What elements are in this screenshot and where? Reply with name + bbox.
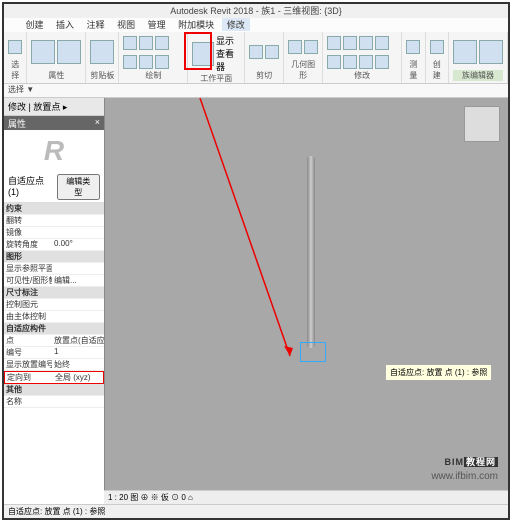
watermark: BIM教程网 www.ifbim.com	[431, 448, 498, 482]
menu-bar[interactable]: 创建 插入 注释 视图 管理 附加模块 修改	[4, 18, 508, 32]
cut-icon[interactable]	[265, 45, 279, 59]
ribbon: 选择 属性 剪贴板 绘制 显示查看器工作平面 剪切 几何图形 修改 测量 创建 …	[4, 32, 508, 84]
view-cube[interactable]	[464, 106, 500, 142]
modify-icon[interactable]	[359, 36, 373, 50]
geom-icon[interactable]	[288, 40, 302, 54]
measure-icon[interactable]	[406, 40, 420, 54]
properties-icon[interactable]	[31, 40, 55, 64]
prop-key: 旋转角度	[4, 239, 52, 250]
paste-icon[interactable]	[90, 40, 114, 64]
cursor-icon[interactable]	[8, 40, 22, 54]
viewport-3d[interactable]: 自适应点: 放置 点 (1) : 参照 BIM教程网 www.ifbim.com	[104, 98, 508, 504]
properties-panel: 修改 | 放置点 ▸ 属性× R 自适应点 (1)编辑类型 约束翻转镜像旋转角度…	[4, 98, 104, 504]
menu-item[interactable]: 注释	[82, 18, 110, 31]
prop-value[interactable]: 1	[52, 347, 104, 358]
cut-icon[interactable]	[249, 45, 263, 59]
prop-value[interactable]	[52, 299, 104, 310]
section-header: 其他	[4, 384, 104, 395]
modify-icon[interactable]	[375, 36, 389, 50]
section-header: 图形	[4, 251, 104, 262]
menu-item[interactable]: 创建	[21, 18, 49, 31]
type-icon[interactable]	[57, 40, 81, 64]
menu-item[interactable]: 视图	[112, 18, 140, 31]
panel-header: 属性×	[4, 116, 104, 130]
grid-lines	[105, 98, 405, 248]
geom-icon[interactable]	[304, 40, 318, 54]
options-bar: 选择 ▼	[4, 84, 508, 98]
model-column[interactable]	[307, 156, 315, 348]
menu-item[interactable]: 插入	[51, 18, 79, 31]
menu-item[interactable]: 附加模块	[173, 18, 219, 31]
load-icon[interactable]	[453, 40, 477, 64]
modify-icon[interactable]	[343, 36, 357, 50]
annotation-highlight	[184, 32, 212, 70]
selection-box[interactable]	[300, 342, 326, 362]
prop-key: 定向到	[5, 372, 53, 383]
prop-key: 镜像	[4, 227, 52, 238]
modify-icon[interactable]	[327, 55, 341, 69]
draw-icon[interactable]	[155, 36, 169, 50]
element-tooltip: 自适应点: 放置 点 (1) : 参照	[385, 364, 492, 381]
prop-key: 控制图元	[4, 299, 52, 310]
window-title: Autodesk Revit 2018 - 族1 - 三维视图: {3D}	[4, 4, 508, 18]
prop-key: 可见性/图形替换	[4, 275, 52, 286]
menu-item[interactable]: 修改	[222, 18, 250, 31]
context-tab[interactable]: 修改 | 放置点 ▸	[4, 98, 104, 116]
section-header: 尺寸标注	[4, 287, 104, 298]
prop-value[interactable]	[52, 396, 104, 407]
prop-key: 编号	[4, 347, 52, 358]
draw-icon[interactable]	[139, 36, 153, 50]
prop-key: 由主体控制	[4, 311, 52, 322]
create-icon[interactable]	[430, 40, 444, 54]
viewer-button[interactable]: 查看器	[216, 47, 240, 73]
modify-icon[interactable]	[359, 55, 373, 69]
modify-icon[interactable]	[343, 55, 357, 69]
prop-value[interactable]: 0.00°	[52, 239, 104, 250]
prop-value[interactable]	[52, 311, 104, 322]
close-icon[interactable]: ×	[95, 117, 100, 129]
draw-icon[interactable]	[123, 55, 137, 69]
family-name[interactable]: 自适应点 (1)	[8, 174, 57, 200]
show-button[interactable]: 显示	[216, 34, 240, 47]
prop-value[interactable]: 编辑...	[52, 275, 104, 286]
section-header: 自适应构件	[4, 323, 104, 334]
modify-icon[interactable]	[327, 36, 341, 50]
prop-value[interactable]	[52, 263, 104, 274]
prop-key: 点	[4, 335, 52, 346]
prop-key: 显示参照平面	[4, 263, 52, 274]
prop-value[interactable]: 放置点(自适应)	[52, 335, 104, 346]
prop-value[interactable]	[52, 227, 104, 238]
edit-type-button[interactable]: 编辑类型	[57, 174, 100, 200]
draw-icon[interactable]	[123, 36, 137, 50]
status-bar: 自适应点: 放置 点 (1) : 参照	[4, 504, 508, 518]
prop-key: 名称	[4, 396, 52, 407]
menu-item[interactable]: 管理	[143, 18, 171, 31]
section-header: 约束	[4, 203, 104, 214]
prop-key: 翻转	[4, 215, 52, 226]
prop-value[interactable]	[52, 215, 104, 226]
draw-icon[interactable]	[155, 55, 169, 69]
load-icon[interactable]	[479, 40, 503, 64]
draw-icon[interactable]	[139, 55, 153, 69]
prop-key: 显示放置编号	[4, 359, 52, 370]
modify-icon[interactable]	[375, 55, 389, 69]
family-thumbnail: R	[4, 130, 104, 172]
prop-value[interactable]: 全局 (xyz)	[53, 372, 103, 383]
view-control-bar[interactable]: 1 : 20 图 ⊕ ※ 仮 ⊙ 0 ⌂	[104, 490, 508, 504]
prop-value[interactable]: 始终	[52, 359, 104, 370]
